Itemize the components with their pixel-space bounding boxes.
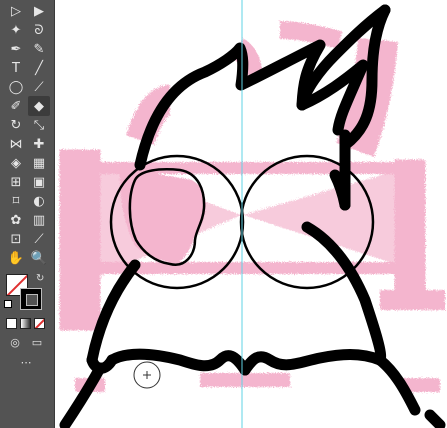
blend-tool[interactable]: ◐	[28, 191, 50, 211]
direct-selection-arrow-icon: ▶	[34, 3, 44, 19]
artboard-icon: ⊡	[10, 231, 22, 247]
puppet-warp-tool[interactable]: ✚	[28, 134, 50, 154]
hand-tool[interactable]: ✋	[5, 248, 27, 268]
tools-panel: ▷ ▶ ✦ ᘐ ✒ ✎ T ╱ ◯ ⟋ ✐ ◆ ↻ ⤡ ⋈ ✚ ◈ ▦ ⊞ ▣ ⌑ ◐ ✿ ▥ ⊡ ⟋ ✋ 🔍 ↻ ◎ ▭ ⋯	[0, 0, 55, 428]
selection-arrow-icon: ▷	[11, 3, 21, 19]
gradient-icon: ▣	[32, 174, 46, 190]
ellipse-tool[interactable]: ◯	[5, 77, 27, 97]
artboard-tool[interactable]: ⊡	[5, 229, 27, 249]
eraser-tool[interactable]: ◆	[28, 96, 50, 116]
paintbrush-tool[interactable]: ⟋	[28, 77, 50, 97]
mesh-tool[interactable]: ⊞	[5, 172, 27, 192]
shaper-icon: ✐	[10, 98, 22, 114]
line-icon: ╱	[35, 60, 43, 76]
artboard-canvas[interactable]	[55, 0, 447, 428]
hand-icon: ✋	[7, 250, 25, 266]
curvature-tool[interactable]: ✎	[28, 39, 50, 59]
rotate-icon: ↻	[10, 117, 22, 133]
eraser-crosshair-cursor-icon	[133, 361, 161, 389]
perspective-grid-tool[interactable]: ▦	[28, 153, 50, 173]
pin-icon: ✚	[33, 136, 45, 152]
curvature-pen-icon: ✎	[33, 41, 45, 57]
edit-toolbar-icon[interactable]: ⋯	[15, 352, 37, 372]
paintbrush-icon: ⟋	[34, 79, 44, 95]
pen-tool[interactable]: ✒	[5, 39, 27, 59]
width-tool[interactable]: ⋈	[5, 134, 27, 154]
rotate-tool[interactable]: ↻	[5, 115, 27, 135]
lasso-icon: ᘐ	[34, 22, 44, 38]
artwork	[59, 0, 446, 428]
screen-mode-icon[interactable]: ▭	[26, 332, 48, 352]
type-tool[interactable]: T	[5, 58, 27, 78]
shape-builder-tool[interactable]: ◈	[5, 153, 27, 173]
direct-selection-tool[interactable]: ▶	[28, 1, 50, 21]
blend-icon: ◐	[33, 193, 45, 209]
column-graph-icon: ▥	[32, 212, 46, 228]
none-mode-button[interactable]	[34, 318, 45, 329]
scale-icon: ⤡	[33, 117, 45, 133]
mesh-icon: ⊞	[10, 174, 22, 190]
magic-wand-tool[interactable]: ✦	[5, 20, 27, 40]
scale-tool[interactable]: ⤡	[28, 115, 50, 135]
swap-fill-stroke-icon[interactable]: ↻	[36, 273, 44, 284]
shape-builder-icon: ◈	[11, 155, 21, 171]
zoom-tool[interactable]: 🔍	[28, 248, 50, 268]
slice-tool[interactable]: ⟋	[28, 229, 50, 249]
type-icon: T	[12, 60, 20, 76]
gradient-mode-button[interactable]	[20, 318, 31, 329]
eraser-icon: ◆	[34, 98, 44, 114]
eyedropper-tool[interactable]: ⌑	[5, 191, 27, 211]
shaper-tool[interactable]: ✐	[5, 96, 27, 116]
selection-tool[interactable]: ▷	[5, 1, 27, 21]
stroke-swatch[interactable]	[20, 288, 42, 310]
column-graph-tool[interactable]: ▥	[28, 210, 50, 230]
gradient-tool[interactable]: ▣	[28, 172, 50, 192]
eyedropper-icon: ⌑	[12, 193, 20, 209]
symbol-sprayer-icon: ✿	[10, 212, 22, 228]
zoom-magnifier-icon: 🔍	[30, 250, 48, 266]
line-segment-tool[interactable]: ╱	[28, 58, 50, 78]
width-icon: ⋈	[9, 136, 23, 152]
lasso-tool[interactable]: ᘐ	[28, 20, 50, 40]
draw-mode-icon[interactable]: ◎	[4, 332, 26, 352]
symbol-sprayer-tool[interactable]: ✿	[5, 210, 27, 230]
perspective-grid-icon: ▦	[32, 155, 46, 171]
color-mode-button[interactable]	[6, 318, 17, 329]
magic-wand-icon: ✦	[10, 22, 22, 38]
pen-nib-icon: ✒	[10, 41, 22, 57]
slice-icon: ⟋	[34, 231, 44, 247]
ellipse-icon: ◯	[8, 79, 24, 95]
default-colors-icon[interactable]	[4, 300, 12, 308]
